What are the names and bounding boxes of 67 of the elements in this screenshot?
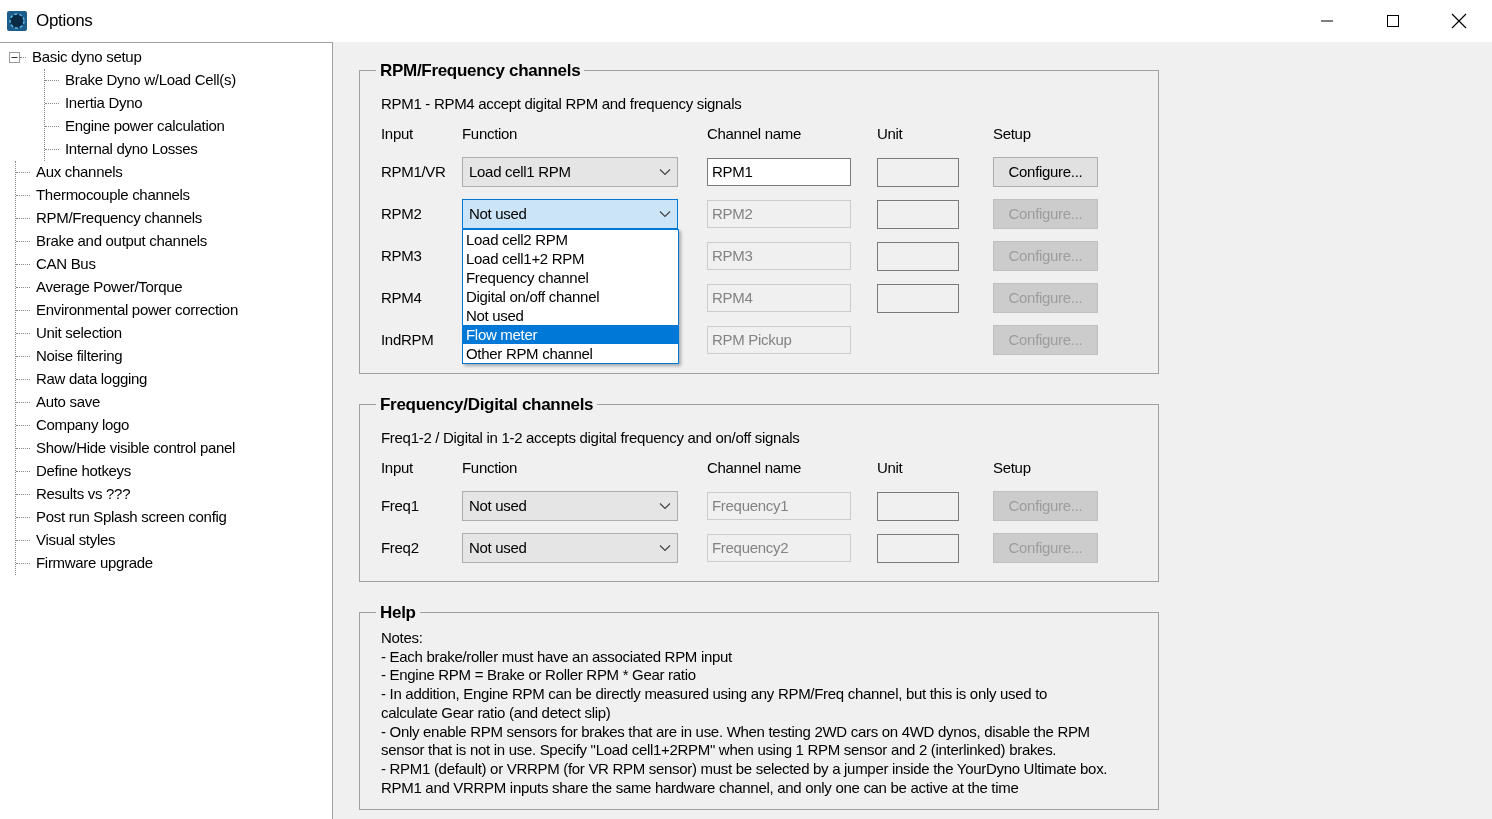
help-text: calculate Gear ratio (and detect slip) xyxy=(381,703,612,723)
tree-item[interactable]: Company logo xyxy=(36,414,130,437)
chevron-down-icon xyxy=(659,210,671,218)
tree-item[interactable]: Internal dyno Losses xyxy=(65,138,198,161)
help-text: RPM1 and VRRPM inputs share the same hardware channel, and only one can be active at the time xyxy=(381,778,1020,798)
tree-item[interactable]: Noise filtering xyxy=(36,345,123,368)
help-text: - In addition, Engine RPM can be directly measured using any RPM/Freq channel, but this is only used to xyxy=(381,685,1049,704)
collapse-icon[interactable] xyxy=(9,52,20,63)
window-title: Options xyxy=(36,10,93,33)
tree-item[interactable]: Raw data logging xyxy=(36,368,148,391)
tree-item[interactable]: Average Power/Torque xyxy=(36,276,183,299)
tree-item[interactable]: CAN Bus xyxy=(36,253,96,276)
input-label: RPM2 xyxy=(381,204,422,222)
input-label: Freq2 xyxy=(381,538,419,556)
tree-item[interactable]: Aux channels xyxy=(36,161,123,184)
group-title: Frequency/Digital channels xyxy=(379,396,595,413)
tree-item[interactable]: Results vs ??? xyxy=(36,483,131,506)
column-header: Function xyxy=(462,458,518,476)
channel-name-field[interactable]: RPM1 xyxy=(707,158,851,186)
tree-item[interactable]: Post run Splash screen config xyxy=(36,506,227,529)
help-text: - RPM1 (default) or VRRPM (for VR RPM sensor) must be selected by a jumper inside the YourDyno Ultimate box. xyxy=(381,759,1109,779)
group-description: Freq1-2 / Digital in 1-2 accepts digital frequency and on/off signals xyxy=(381,428,801,448)
help-text: - Each brake/roller must have an associated RPM input xyxy=(381,647,733,667)
tree-item[interactable]: Brake and output channels xyxy=(36,230,207,253)
tree-item[interactable]: Environmental power correction xyxy=(36,299,238,322)
chevron-down-icon xyxy=(659,502,671,510)
column-header: Channel name xyxy=(707,458,801,476)
group-title: Help xyxy=(379,604,417,621)
tree-item[interactable]: RPM/Frequency channels xyxy=(36,207,202,230)
tree-item[interactable]: Brake Dyno w/Load Cell(s) xyxy=(65,69,236,92)
input-label: RPM4 xyxy=(381,288,422,306)
tree-item[interactable]: Visual styles xyxy=(36,529,116,552)
chevron-down-icon xyxy=(659,168,671,176)
tree-item[interactable]: Basic dyno setup xyxy=(32,46,142,69)
help-text: Notes: xyxy=(381,629,424,648)
help-text: - Engine RPM = Brake or Roller RPM * Gear ratio xyxy=(381,666,697,686)
input-label: RPM1/VR xyxy=(381,162,446,180)
tree-item[interactable]: Auto save xyxy=(36,391,100,414)
column-header: Function xyxy=(462,124,518,142)
configure-button[interactable]: Configure... xyxy=(993,157,1098,187)
group-title: RPM/Frequency channels xyxy=(379,62,582,79)
help-text: - Only enable RPM sensors for brakes that are in use. When testing 2WD cars on 4WD dynos, disable the RPM xyxy=(381,722,1091,742)
app-icon xyxy=(6,10,28,32)
tree-item[interactable]: Show/Hide visible control panel xyxy=(36,437,236,460)
column-header: Input xyxy=(381,124,413,142)
column-header: Input xyxy=(381,458,413,476)
tree-item[interactable]: Thermocouple channels xyxy=(36,184,190,207)
close-icon xyxy=(1451,13,1467,29)
tree-item[interactable]: Unit selection xyxy=(36,322,122,345)
help-text: sensor that is not in use. Specify "Load cell1+2RPM" when using 1 RPM sensor and 2 (interlinked) brakes. xyxy=(381,741,1058,760)
column-header: Channel name xyxy=(707,124,801,142)
column-header: Setup xyxy=(993,458,1031,476)
column-header: Unit xyxy=(877,124,903,142)
column-header: Setup xyxy=(993,124,1031,142)
tree-item[interactable]: Firmware upgrade xyxy=(36,552,153,575)
input-label: RPM3 xyxy=(381,246,422,264)
group-description: RPM1 - RPM4 accept digital RPM and frequency signals xyxy=(381,94,743,114)
input-label: Freq1 xyxy=(381,496,419,514)
tree-item[interactable]: Inertia Dyno xyxy=(65,92,143,115)
unit-field[interactable] xyxy=(877,157,959,187)
column-header: Unit xyxy=(877,458,903,476)
input-label: IndRPM xyxy=(381,330,434,348)
maximize-icon xyxy=(1386,14,1400,28)
tree-item[interactable]: Define hotkeys xyxy=(36,460,132,483)
chevron-down-icon xyxy=(659,544,671,552)
function-dropdown[interactable]: Load cell1 RPM xyxy=(462,157,678,187)
tree-item[interactable]: Engine power calculation xyxy=(65,115,225,138)
